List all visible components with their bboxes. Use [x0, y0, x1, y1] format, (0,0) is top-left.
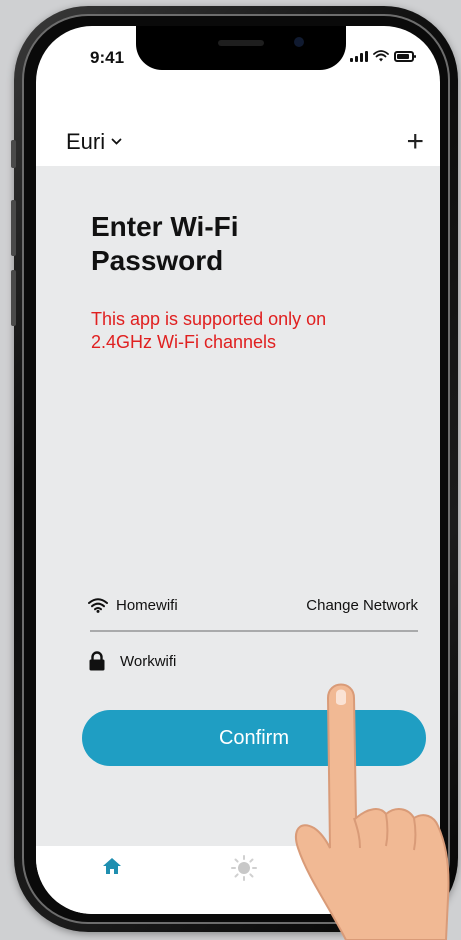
status-icons [350, 50, 416, 62]
chevron-down-icon [111, 138, 122, 145]
scenes-icon [231, 855, 257, 881]
stage: 9:41 Euri + Enter Wi-Fi Password This ap… [0, 0, 461, 940]
home-icon [103, 858, 121, 874]
network-row: Homewifi Change Network [88, 590, 418, 620]
page-title-line2: Password [91, 245, 224, 276]
notch [136, 26, 346, 70]
tab-home[interactable] [100, 854, 124, 883]
network-divider [90, 630, 418, 632]
speaker-grille [218, 40, 264, 46]
compatibility-notice: This app is supported only on 2.4GHz Wi-… [91, 308, 421, 354]
notice-line1: This app is supported only on [91, 309, 327, 329]
volume-up-button [11, 200, 16, 256]
tab-scenes[interactable] [230, 854, 258, 887]
mute-switch [11, 140, 16, 168]
battery-icon [394, 51, 416, 62]
change-network-link[interactable]: Change Network [306, 597, 418, 614]
home-name: Euri [66, 129, 106, 154]
page-title-line1: Enter Wi-Fi [91, 211, 239, 242]
signal-icon [350, 51, 368, 62]
page-title: Enter Wi-Fi Password [91, 210, 391, 278]
add-device-button[interactable]: + [406, 127, 424, 157]
network-name: Homewifi [116, 596, 178, 614]
wifi-icon [88, 597, 108, 613]
app-header: Euri + [36, 118, 440, 166]
volume-down-button [11, 270, 16, 326]
pointing-hand-illustration [295, 683, 450, 940]
network-info: Homewifi [88, 597, 178, 614]
notice-line2: 2.4GHz Wi-Fi channels [91, 332, 277, 352]
front-camera [294, 37, 304, 47]
wifi-status-icon [373, 50, 389, 62]
home-selector[interactable]: Euri [66, 129, 122, 155]
status-time: 9:41 [90, 48, 125, 67]
lock-icon [89, 651, 105, 671]
password-value: Workwifi [120, 652, 177, 670]
